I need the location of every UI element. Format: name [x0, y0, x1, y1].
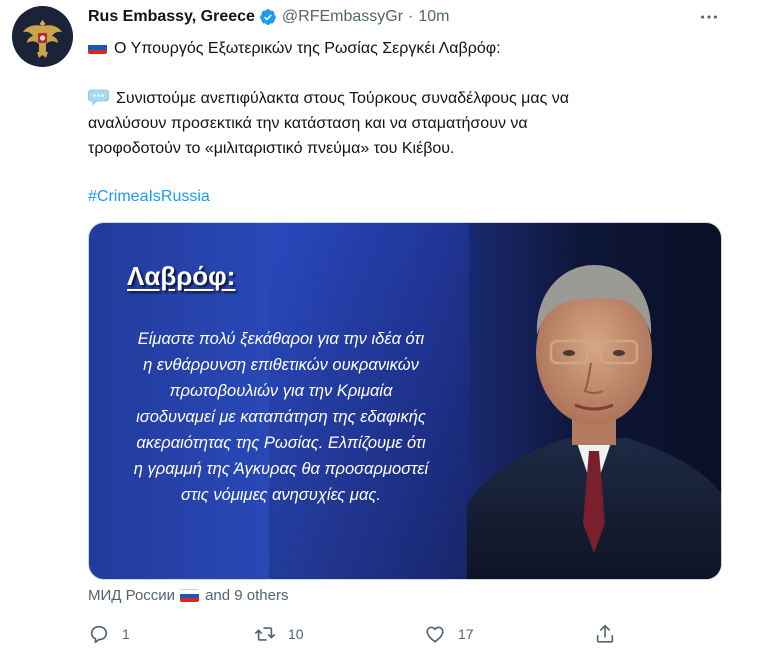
more-icon [701, 15, 717, 19]
tweet-header: Rus Embassy, Greece @RFEmbassyGr · 10m [88, 6, 450, 28]
double-headed-eagle-emblem-icon [12, 6, 73, 67]
speech-bubble-icon [88, 88, 109, 106]
reply-icon [90, 625, 108, 644]
tweet-media-image[interactable]: Λαβρόφ: Είμαστε πολύ ξεκάθαροι για την ι… [88, 222, 722, 580]
tweet-action-bar: 1 10 17 [88, 618, 728, 650]
liked-by-row[interactable]: МИД России and 9 others [88, 584, 288, 606]
tweet-text-quote-1: Συνιστούμε ανεπιφύλακτα στους Τούρκους σ… [116, 90, 570, 107]
tweet-text-quote-3: τροφοδοτούν το «μιλιταριστικό πνεύμα» το… [88, 140, 455, 157]
heart-icon [426, 626, 444, 643]
more-options-button[interactable] [692, 4, 726, 30]
liked-by-others[interactable]: and 9 others [205, 587, 288, 604]
card-title: Λαβρόφ: [127, 261, 236, 291]
share-button[interactable] [594, 618, 616, 650]
tweet-text-line: Ο Υπουργός Εξωτερικών της Ρωσίας Σεργκέι… [88, 36, 501, 61]
retweet-icon [255, 627, 275, 641]
liked-by-first[interactable]: МИД России [88, 587, 175, 604]
verified-badge-icon [259, 8, 277, 26]
embassy-avatar[interactable] [12, 6, 73, 67]
tweet-timestamp[interactable]: 10m [418, 8, 449, 26]
portrait-photo [467, 265, 721, 579]
header-separator: · [408, 8, 414, 25]
share-icon [596, 624, 614, 643]
tweet-text-line: Συνιστούμε ανεπιφύλακτα στους Τούρκους σ… [88, 86, 569, 111]
tweet-text-intro: Ο Υπουργός Εξωτερικών της Ρωσίας Σεργκέι… [114, 40, 501, 57]
tweet-text-quote-2: αναλύσουν προσεκτικά την κατάσταση και ν… [88, 115, 528, 132]
tweet: Rus Embassy, Greece @RFEmbassyGr · 10m Ο… [0, 0, 758, 665]
reply-count: 1 [122, 626, 130, 642]
like-button[interactable]: 17 [424, 618, 474, 650]
author-handle[interactable]: @RFEmbassyGr [282, 8, 403, 26]
retweet-button[interactable]: 10 [254, 618, 304, 650]
reply-button[interactable]: 1 [88, 618, 130, 650]
like-count: 17 [458, 626, 474, 642]
russia-flag-icon [88, 41, 107, 54]
russia-flag-icon [180, 588, 200, 602]
retweet-count: 10 [288, 626, 304, 642]
card-quote-text: Είμαστε πολύ ξεκάθαροι για την ιδέα ότι … [133, 330, 429, 504]
author-name[interactable]: Rus Embassy, Greece [88, 8, 255, 26]
hashtag-link[interactable]: #CrimeaIsRussia [88, 184, 210, 209]
